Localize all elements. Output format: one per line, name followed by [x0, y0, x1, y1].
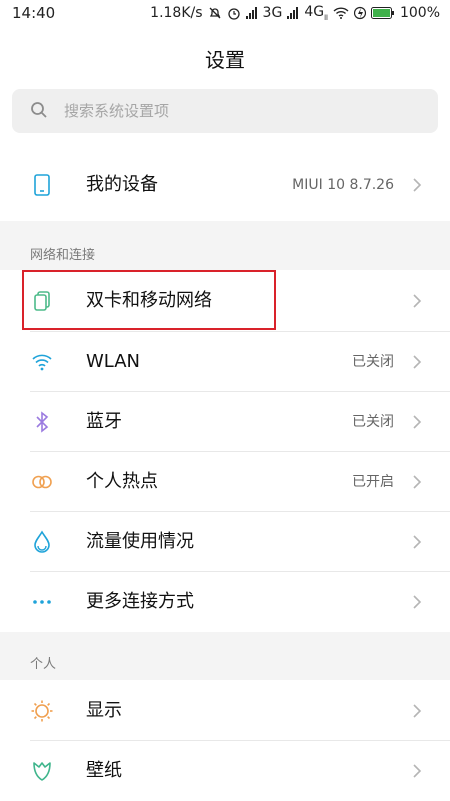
item-label: 壁纸 — [86, 760, 122, 781]
wallpaper-icon — [33, 762, 51, 781]
hotspot-icon — [32, 475, 52, 489]
settings-item-data-usage[interactable]: 流量使用情况 — [0, 512, 450, 572]
search-icon — [31, 102, 47, 118]
section-gap — [0, 632, 450, 680]
status-bar: 14:40 1.18K/s 3G 4Gll 100% — [0, 0, 450, 26]
alarm-icon — [227, 8, 240, 20]
highlight-box — [22, 270, 276, 330]
search-input[interactable] — [64, 89, 414, 133]
item-label: 我的设备 — [86, 174, 158, 195]
item-value: 已开启 — [352, 474, 394, 490]
settings-item-wallpaper[interactable]: 壁纸 — [0, 741, 450, 801]
network-4g: 4Gll — [304, 4, 328, 22]
section-label-network: 网络和连接 — [30, 248, 96, 263]
chevron-right-icon — [413, 704, 422, 718]
signal-2-icon — [287, 6, 299, 19]
more-dots-icon — [33, 600, 51, 604]
chevron-right-icon — [413, 475, 422, 489]
chevron-right-icon — [413, 294, 422, 308]
status-icons: 1.18K/s 3G 4Gll 100% — [150, 4, 440, 22]
item-label: 更多连接方式 — [86, 591, 194, 612]
settings-item-hotspot[interactable]: 个人热点 已开启 — [0, 452, 450, 512]
wifi-icon — [333, 7, 349, 19]
chevron-right-icon — [413, 415, 422, 429]
settings-item-my-device[interactable]: 我的设备 MIUI 10 8.7.26 — [0, 155, 450, 215]
settings-item-display[interactable]: 显示 — [0, 681, 450, 741]
chevron-right-icon — [413, 595, 422, 609]
item-label: 个人热点 — [86, 471, 158, 492]
item-label: 蓝牙 — [86, 411, 122, 432]
network-speed: 1.18K/s — [150, 4, 203, 21]
settings-item-more-connections[interactable]: 更多连接方式 — [0, 572, 450, 632]
item-value: MIUI 10 8.7.26 — [292, 177, 394, 193]
item-value: 已关闭 — [352, 414, 394, 430]
item-label: 显示 — [86, 700, 122, 721]
signal-1-icon — [245, 6, 257, 19]
search-bar[interactable] — [12, 89, 438, 133]
item-label: WLAN — [86, 351, 141, 372]
bluetooth-icon — [36, 411, 49, 433]
item-value: 已关闭 — [352, 354, 394, 370]
sun-icon — [31, 700, 53, 722]
mute-bell-icon — [209, 7, 221, 19]
chevron-right-icon — [413, 535, 422, 549]
battery-icon — [370, 6, 394, 19]
water-drop-icon — [34, 530, 50, 553]
status-time: 14:40 — [12, 4, 56, 22]
charging-icon — [353, 6, 366, 19]
chevron-right-icon — [413, 764, 422, 778]
chevron-right-icon — [413, 178, 422, 192]
phone-icon — [34, 174, 50, 196]
section-label-personal: 个人 — [30, 657, 57, 672]
settings-item-wlan[interactable]: WLAN 已关闭 — [0, 332, 450, 392]
page-title: 设置 — [205, 48, 245, 72]
settings-item-bluetooth[interactable]: 蓝牙 已关闭 — [0, 392, 450, 452]
wifi-icon — [32, 354, 52, 371]
network-3g: 3G — [262, 4, 283, 21]
battery-percent: 100% — [399, 4, 440, 21]
chevron-right-icon — [413, 355, 422, 369]
item-label: 流量使用情况 — [86, 531, 194, 552]
